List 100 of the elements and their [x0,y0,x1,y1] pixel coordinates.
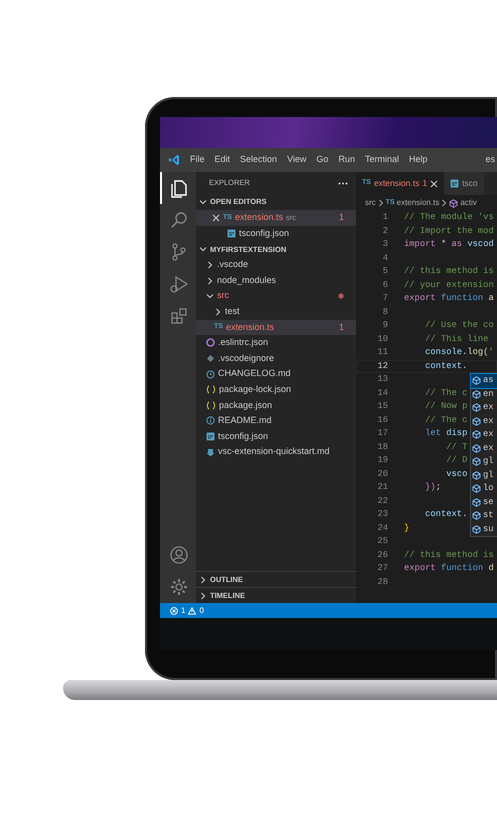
search-icon[interactable] [169,210,189,230]
menu-item[interactable]: Go [311,153,334,167]
code-line: }); [424,481,441,494]
suggestion-item[interactable]: ex [471,442,497,455]
line-number: 1 [382,211,388,224]
cube-icon [472,511,481,520]
line-number: 3 [382,238,388,252]
suggestion-item[interactable]: su [471,522,497,536]
chevron-right-icon [441,199,448,207]
line-number: 17 [376,427,388,440]
chevron-down-icon[interactable] [206,292,214,300]
extensions-icon[interactable] [169,306,189,326]
line-number: 4 [382,252,388,265]
down-arrow-icon [206,448,215,457]
tab-label: tsco [462,177,478,190]
settings-icon[interactable] [169,577,189,597]
close-icon[interactable] [212,214,220,222]
warning-count[interactable]: 0 [199,604,204,616]
config-file-icon [227,228,236,238]
code-line: context. [424,360,468,373]
explorer-document-row[interactable]: vsc-extension-quickstart.md [196,444,356,460]
line-number: 28 [376,576,388,589]
line-number: 9 [382,319,388,332]
cube-icon [472,444,481,453]
line-number: 15 [376,400,388,414]
files-icon[interactable] [169,178,189,198]
line-number: 6 [382,278,388,292]
code-line: let disp [424,427,468,440]
problem-count: 1 [422,177,428,190]
explorer-folder-row[interactable]: test [196,304,356,320]
explorer-document-row[interactable]: .vscodeignore [196,350,356,366]
suggestion-item[interactable]: ex [471,428,497,442]
suggestion-item[interactable]: as [471,374,497,388]
explorer-document-row[interactable]: CHANGELOG.md [196,366,356,382]
breadcrumb-item[interactable]: extension.ts [396,197,440,209]
explorer-folder-row[interactable]: .vscode [196,257,356,273]
line-number: 11 [376,346,388,360]
cube-icon [472,498,481,507]
suggestion-item[interactable]: lo [471,482,497,496]
menu-item[interactable]: View [282,153,312,167]
breadcrumb-item[interactable]: activ [460,197,477,209]
account-icon[interactable] [169,545,189,565]
chevron-down-icon[interactable] [199,245,207,254]
line-number: 19 [376,454,388,468]
error-count[interactable]: 1 [181,604,186,616]
braces-icon [206,400,216,410]
menu-item[interactable]: File [185,153,210,167]
suggestion-item[interactable]: st [471,509,497,522]
cube-icon [472,524,481,534]
more-icon[interactable] [338,182,348,184]
menu-item[interactable]: Edit [210,153,236,167]
line-number: 20 [376,468,388,481]
file-name: package-lock.json [219,382,292,396]
line-number: 27 [376,562,388,576]
code-line: } [404,522,410,535]
line-number: 8 [382,306,388,319]
menu-item[interactable]: Terminal [360,153,404,167]
menu-item[interactable]: Selection [235,153,282,167]
editor-tab[interactable]: tsco [444,172,484,195]
play-bug-icon[interactable] [169,274,189,294]
suggestion-item[interactable]: se [471,496,497,509]
menu-item[interactable]: Run [333,153,360,167]
explorer-folder-row[interactable]: node_modules [196,272,356,288]
menu-item[interactable]: Help [404,153,432,167]
suggestion-item[interactable]: ex [471,414,497,428]
explorer-folder-row[interactable]: src [196,288,356,304]
explorer-document-row[interactable]: package-lock.json [196,382,356,398]
error-icon [170,606,178,614]
open-editor-item[interactable]: tsconfig.json [196,226,356,242]
cube-icon [472,390,481,399]
file-name: vsc-extension-quickstart.md [218,445,330,458]
breadcrumb-item[interactable]: src [365,197,376,209]
file-name: .eslintrc.json [218,336,268,350]
suggestion-item[interactable]: en [471,388,497,401]
folder-name: src [217,289,229,302]
folder-name: test [225,305,240,318]
code-line: // this method is [404,548,494,562]
suggestion-item[interactable]: gl [471,455,497,468]
file-name: tsconfig.json [239,226,290,240]
window-title: es [485,153,496,166]
cube-icon [472,403,481,412]
file-name: README.md [218,414,272,428]
chevron-right-icon[interactable] [214,308,222,316]
close-icon[interactable] [430,180,438,188]
explorer-document-row[interactable]: README.md [196,413,356,429]
explorer-document-row[interactable]: tsconfig.json [196,428,356,444]
file-name: package.json [219,398,272,412]
file-name: extension.ts [234,211,283,224]
app-logo-icon [168,154,180,166]
status-dot-icon [338,293,344,300]
line-number: 18 [376,440,388,454]
folder-name: .vscode [217,258,248,272]
chevron-down-icon[interactable] [199,198,207,206]
explorer-document-row[interactable]: package.json [196,398,356,414]
line-number: 5 [382,265,388,278]
line-number: 24 [376,522,388,535]
suggestion-item[interactable]: ex [471,401,497,414]
explorer-document-row[interactable]: .eslintrc.json [196,335,356,351]
suggestion-item[interactable]: gl [471,468,497,482]
code-line: // Import the mod [404,224,494,238]
